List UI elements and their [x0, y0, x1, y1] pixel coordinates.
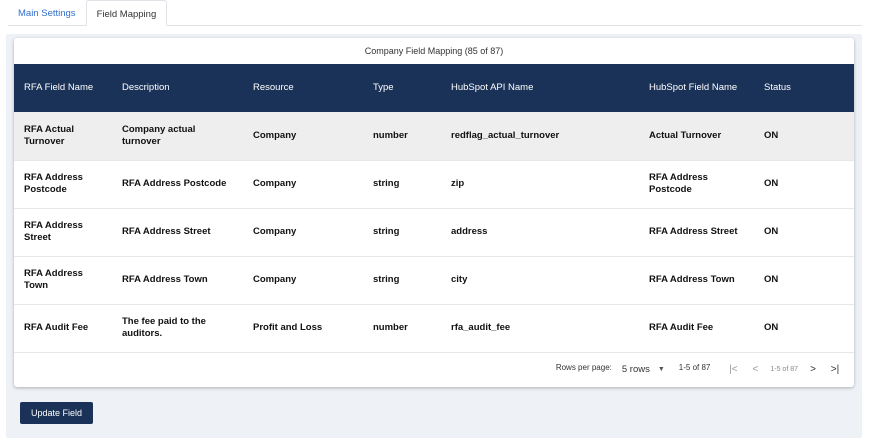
column-header-status[interactable]: Status	[754, 64, 854, 112]
column-header-resource[interactable]: Resource	[243, 64, 363, 112]
tab-field-mapping[interactable]: Field Mapping	[85, 0, 168, 26]
cell-hubspot-api-name: address	[451, 226, 488, 237]
last-page-icon[interactable]: >|	[824, 364, 846, 375]
cell-status: ON	[764, 226, 779, 237]
field-mapping-card: Company Field Mapping (85 of 87) RFA Fie…	[14, 38, 854, 387]
cell-hubspot-api-name: city	[451, 274, 468, 285]
cell-rfa-field-name: RFA Address Street	[24, 220, 83, 243]
table-row[interactable]: RFA Address Street RFA Address Street Co…	[14, 208, 854, 256]
column-header-hubspot-api-name[interactable]: HubSpot API Name	[441, 64, 639, 112]
cell-type: string	[373, 226, 400, 237]
page-range-mini-text: 1-5 of 87	[770, 366, 798, 373]
cell-hubspot-field-name: RFA Address Postcode	[649, 172, 708, 195]
cell-description: RFA Address Street	[122, 226, 211, 237]
cell-hubspot-api-name: zip	[451, 178, 465, 189]
column-header-rfa-field-name[interactable]: RFA Field Name	[14, 64, 112, 112]
cell-rfa-field-name: RFA Address Postcode	[24, 172, 83, 195]
cell-hubspot-api-name: rfa_audit_fee	[451, 322, 511, 333]
cell-rfa-field-name: RFA Address Town	[24, 268, 83, 291]
cell-hubspot-field-name: Actual Turnover	[649, 129, 722, 141]
column-header-hubspot-field-name[interactable]: HubSpot Field Name	[639, 64, 754, 112]
cell-description: RFA Address Postcode	[122, 178, 227, 189]
content-panel: Company Field Mapping (85 of 87) RFA Fie…	[6, 34, 862, 438]
cell-status: ON	[764, 178, 779, 189]
cell-description: The fee paid to the auditors.	[122, 316, 206, 339]
cell-hubspot-field-name: RFA Address Town	[649, 274, 735, 285]
cell-type: string	[373, 178, 400, 189]
rows-per-page-value: 5 rows	[621, 364, 650, 375]
cell-hubspot-field-name: RFA Address Street	[649, 226, 738, 237]
cell-description: Company actual turnover	[122, 123, 196, 147]
cell-type: number	[373, 129, 408, 141]
cell-resource: Company	[253, 226, 297, 237]
cell-type: string	[373, 274, 400, 285]
cell-resource: Company	[253, 274, 297, 285]
cell-status: ON	[764, 322, 779, 333]
caret-down-icon: ▼	[657, 366, 665, 373]
cell-resource: Company	[253, 129, 297, 141]
tab-main-settings[interactable]: Main Settings	[8, 0, 86, 26]
cell-status: ON	[764, 274, 779, 285]
cell-description: RFA Address Town	[122, 274, 208, 285]
cell-hubspot-api-name: redflag_actual_turnover	[451, 129, 560, 141]
page-range-text: 1-5 of 87	[678, 363, 711, 372]
table-row[interactable]: RFA Actual Turnover Company actual turno…	[14, 112, 854, 160]
column-header-type[interactable]: Type	[363, 64, 441, 112]
cell-resource: Company	[253, 178, 297, 189]
table-row[interactable]: RFA Audit Fee The fee paid to the audito…	[14, 304, 854, 352]
previous-page-icon[interactable]: <	[744, 364, 766, 375]
tab-bar: Main Settings Field Mapping	[8, 0, 862, 26]
cell-hubspot-field-name: RFA Audit Fee	[649, 322, 714, 333]
cell-resource: Profit and Loss	[253, 322, 323, 333]
cell-type: number	[373, 322, 408, 333]
table-header-row: RFA Field Name Description Resource Type…	[14, 64, 854, 112]
rows-per-page-select[interactable]: 5 rows ▼	[622, 364, 665, 375]
rows-per-page-label: Rows per page:	[555, 363, 612, 372]
cell-rfa-field-name: RFA Actual Turnover	[24, 123, 74, 147]
table-pagination: Rows per page: 5 rows ▼ 1-5 of 87 |< < 1…	[14, 353, 854, 387]
field-mapping-table: RFA Field Name Description Resource Type…	[14, 64, 854, 353]
column-header-description[interactable]: Description	[112, 64, 243, 112]
update-field-button[interactable]: Update Field	[20, 402, 93, 424]
cell-status: ON	[764, 129, 779, 141]
card-title: Company Field Mapping (85 of 87)	[364, 46, 504, 56]
cell-rfa-field-name: RFA Audit Fee	[24, 322, 89, 333]
next-page-icon[interactable]: >	[802, 364, 824, 375]
first-page-icon[interactable]: |<	[722, 364, 744, 375]
table-row[interactable]: RFA Address Postcode RFA Address Postcod…	[14, 160, 854, 208]
table-row[interactable]: RFA Address Town RFA Address Town Compan…	[14, 256, 854, 304]
